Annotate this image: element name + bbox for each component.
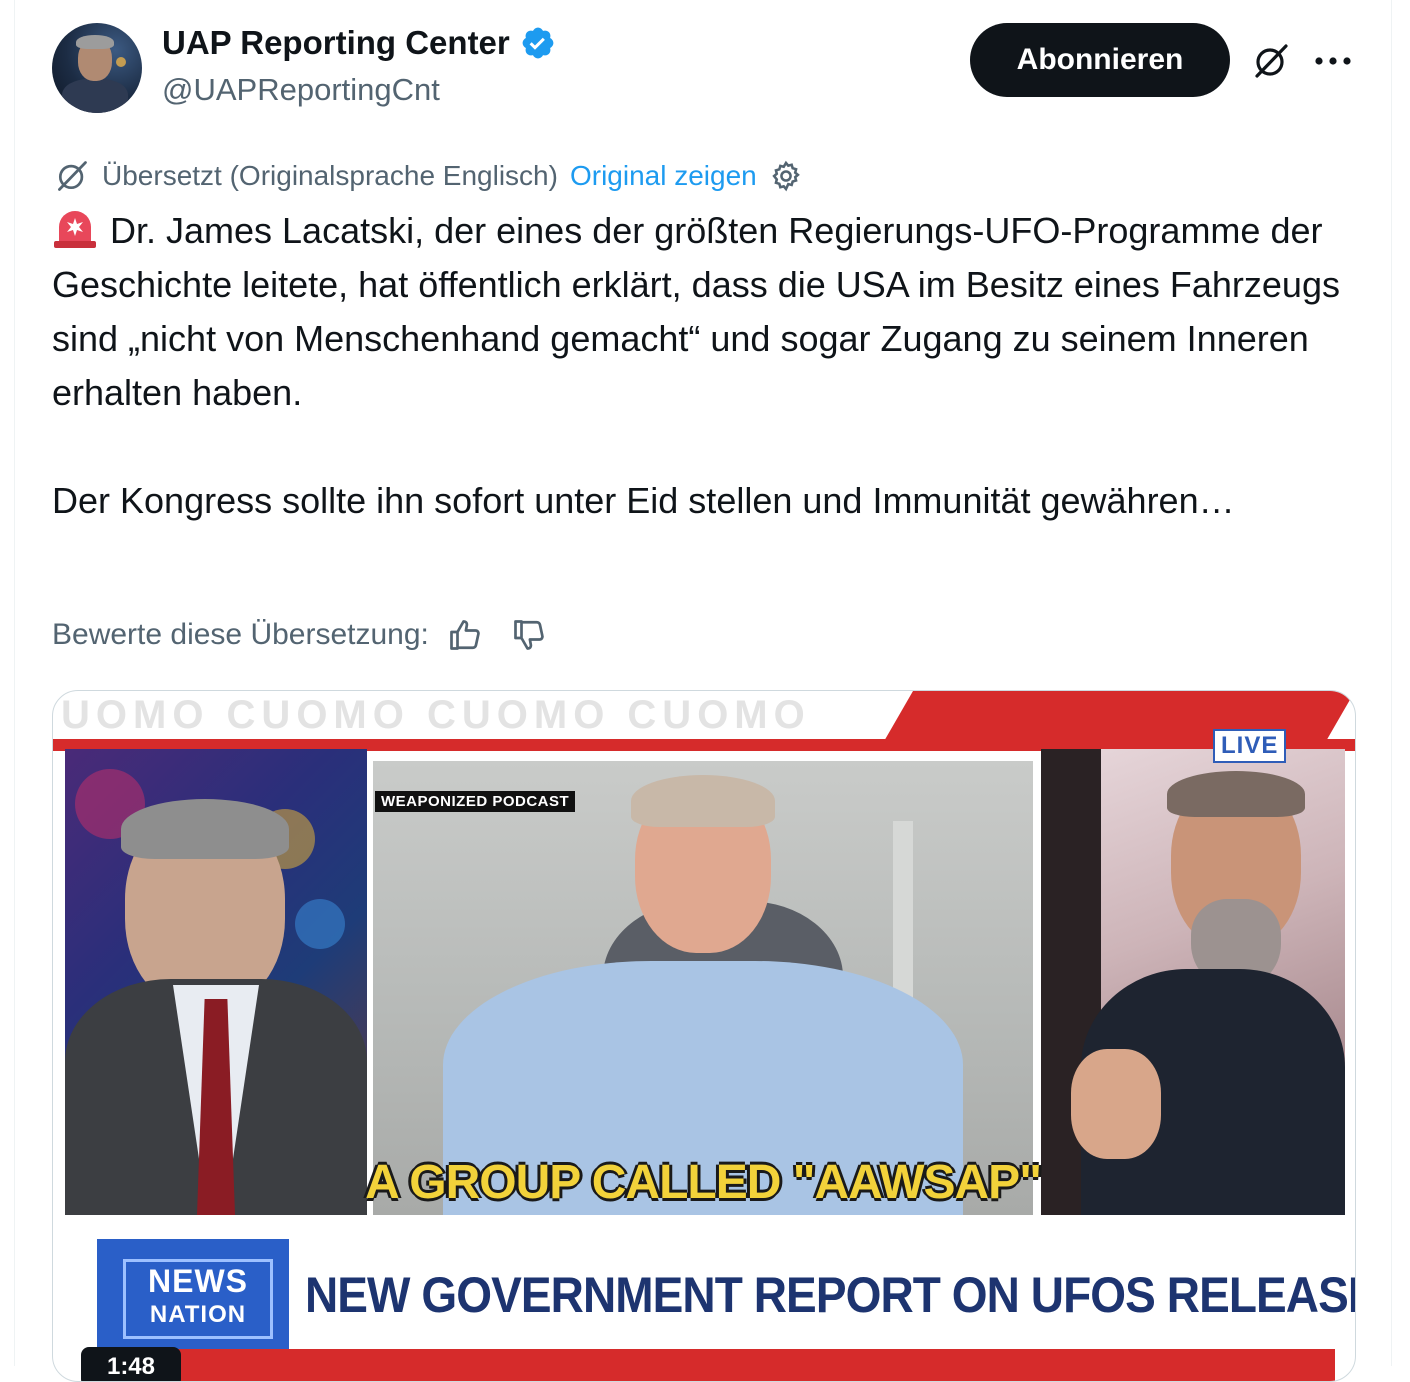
video-caption: A GROUP CALLED "AAWSAP" bbox=[365, 1155, 1042, 1209]
translation-rating: Bewerte diese Übersetzung: bbox=[52, 612, 549, 658]
video-panel-anchor bbox=[65, 749, 367, 1215]
translate-icon bbox=[54, 158, 90, 194]
rating-label: Bewerte diese Übersetzung: bbox=[52, 618, 429, 651]
tweet-paragraph-1: Dr. James Lacatski, der eines der größte… bbox=[52, 204, 1362, 420]
video-panel-commentator bbox=[1041, 749, 1345, 1215]
video-player[interactable]: UOMO CUOMO CUOMO CUOMO WEAPONIZED PODCAS… bbox=[52, 690, 1356, 1382]
verified-badge-icon bbox=[520, 25, 556, 61]
translation-label: Übersetzt (Originalsprache Englisch) bbox=[102, 160, 558, 191]
rotating-light-emoji bbox=[52, 207, 98, 249]
follow-button[interactable]: Abonnieren bbox=[970, 23, 1230, 97]
grok-icon[interactable] bbox=[1248, 38, 1294, 84]
live-badge: LIVE bbox=[1213, 729, 1287, 763]
video-watermark: UOMO CUOMO CUOMO CUOMO bbox=[61, 693, 811, 737]
author-name-row[interactable]: UAP Reporting Center bbox=[162, 24, 556, 62]
newsnation-logo-frame: NEWS NATION bbox=[123, 1259, 273, 1339]
show-original-link[interactable]: Original zeigen bbox=[570, 160, 757, 192]
logo-line-news: NEWS bbox=[148, 1263, 248, 1299]
card-border-right bbox=[1391, 0, 1392, 1366]
tweet-paragraph-2: Der Kongress sollte ihn sofort unter Eid… bbox=[52, 480, 1235, 521]
avatar-body bbox=[62, 79, 128, 113]
user-handle[interactable]: @UAPReportingCnt bbox=[162, 72, 440, 108]
card-border-left bbox=[14, 0, 15, 1366]
podcast-tag: WEAPONIZED PODCAST bbox=[375, 791, 576, 812]
display-name[interactable]: UAP Reporting Center bbox=[162, 24, 510, 62]
thumbs-up-icon[interactable] bbox=[445, 615, 485, 655]
avatar-background-light bbox=[116, 57, 126, 67]
avatar[interactable] bbox=[52, 23, 142, 113]
logo-line-nation: NATION bbox=[149, 1301, 247, 1328]
translation-bar: Übersetzt (Originalsprache Englisch) Ori… bbox=[54, 154, 803, 198]
tweet-text: Dr. James Lacatski, der eines der größte… bbox=[52, 204, 1362, 528]
video-panel-guest bbox=[373, 761, 1033, 1215]
tweet-paragraph-1-text: Dr. James Lacatski, der eines der größte… bbox=[52, 210, 1340, 413]
news-headline: NEW GOVERNMENT REPORT ON UFOS RELEASED bbox=[305, 1267, 1356, 1323]
gear-icon[interactable] bbox=[769, 159, 803, 193]
thumbs-down-icon[interactable] bbox=[509, 615, 549, 655]
avatar-hair bbox=[76, 35, 114, 49]
more-icon[interactable] bbox=[1310, 38, 1356, 84]
newsnation-logo: NEWS NATION bbox=[97, 1239, 289, 1349]
video-duration-badge: 1:48 bbox=[81, 1347, 181, 1381]
